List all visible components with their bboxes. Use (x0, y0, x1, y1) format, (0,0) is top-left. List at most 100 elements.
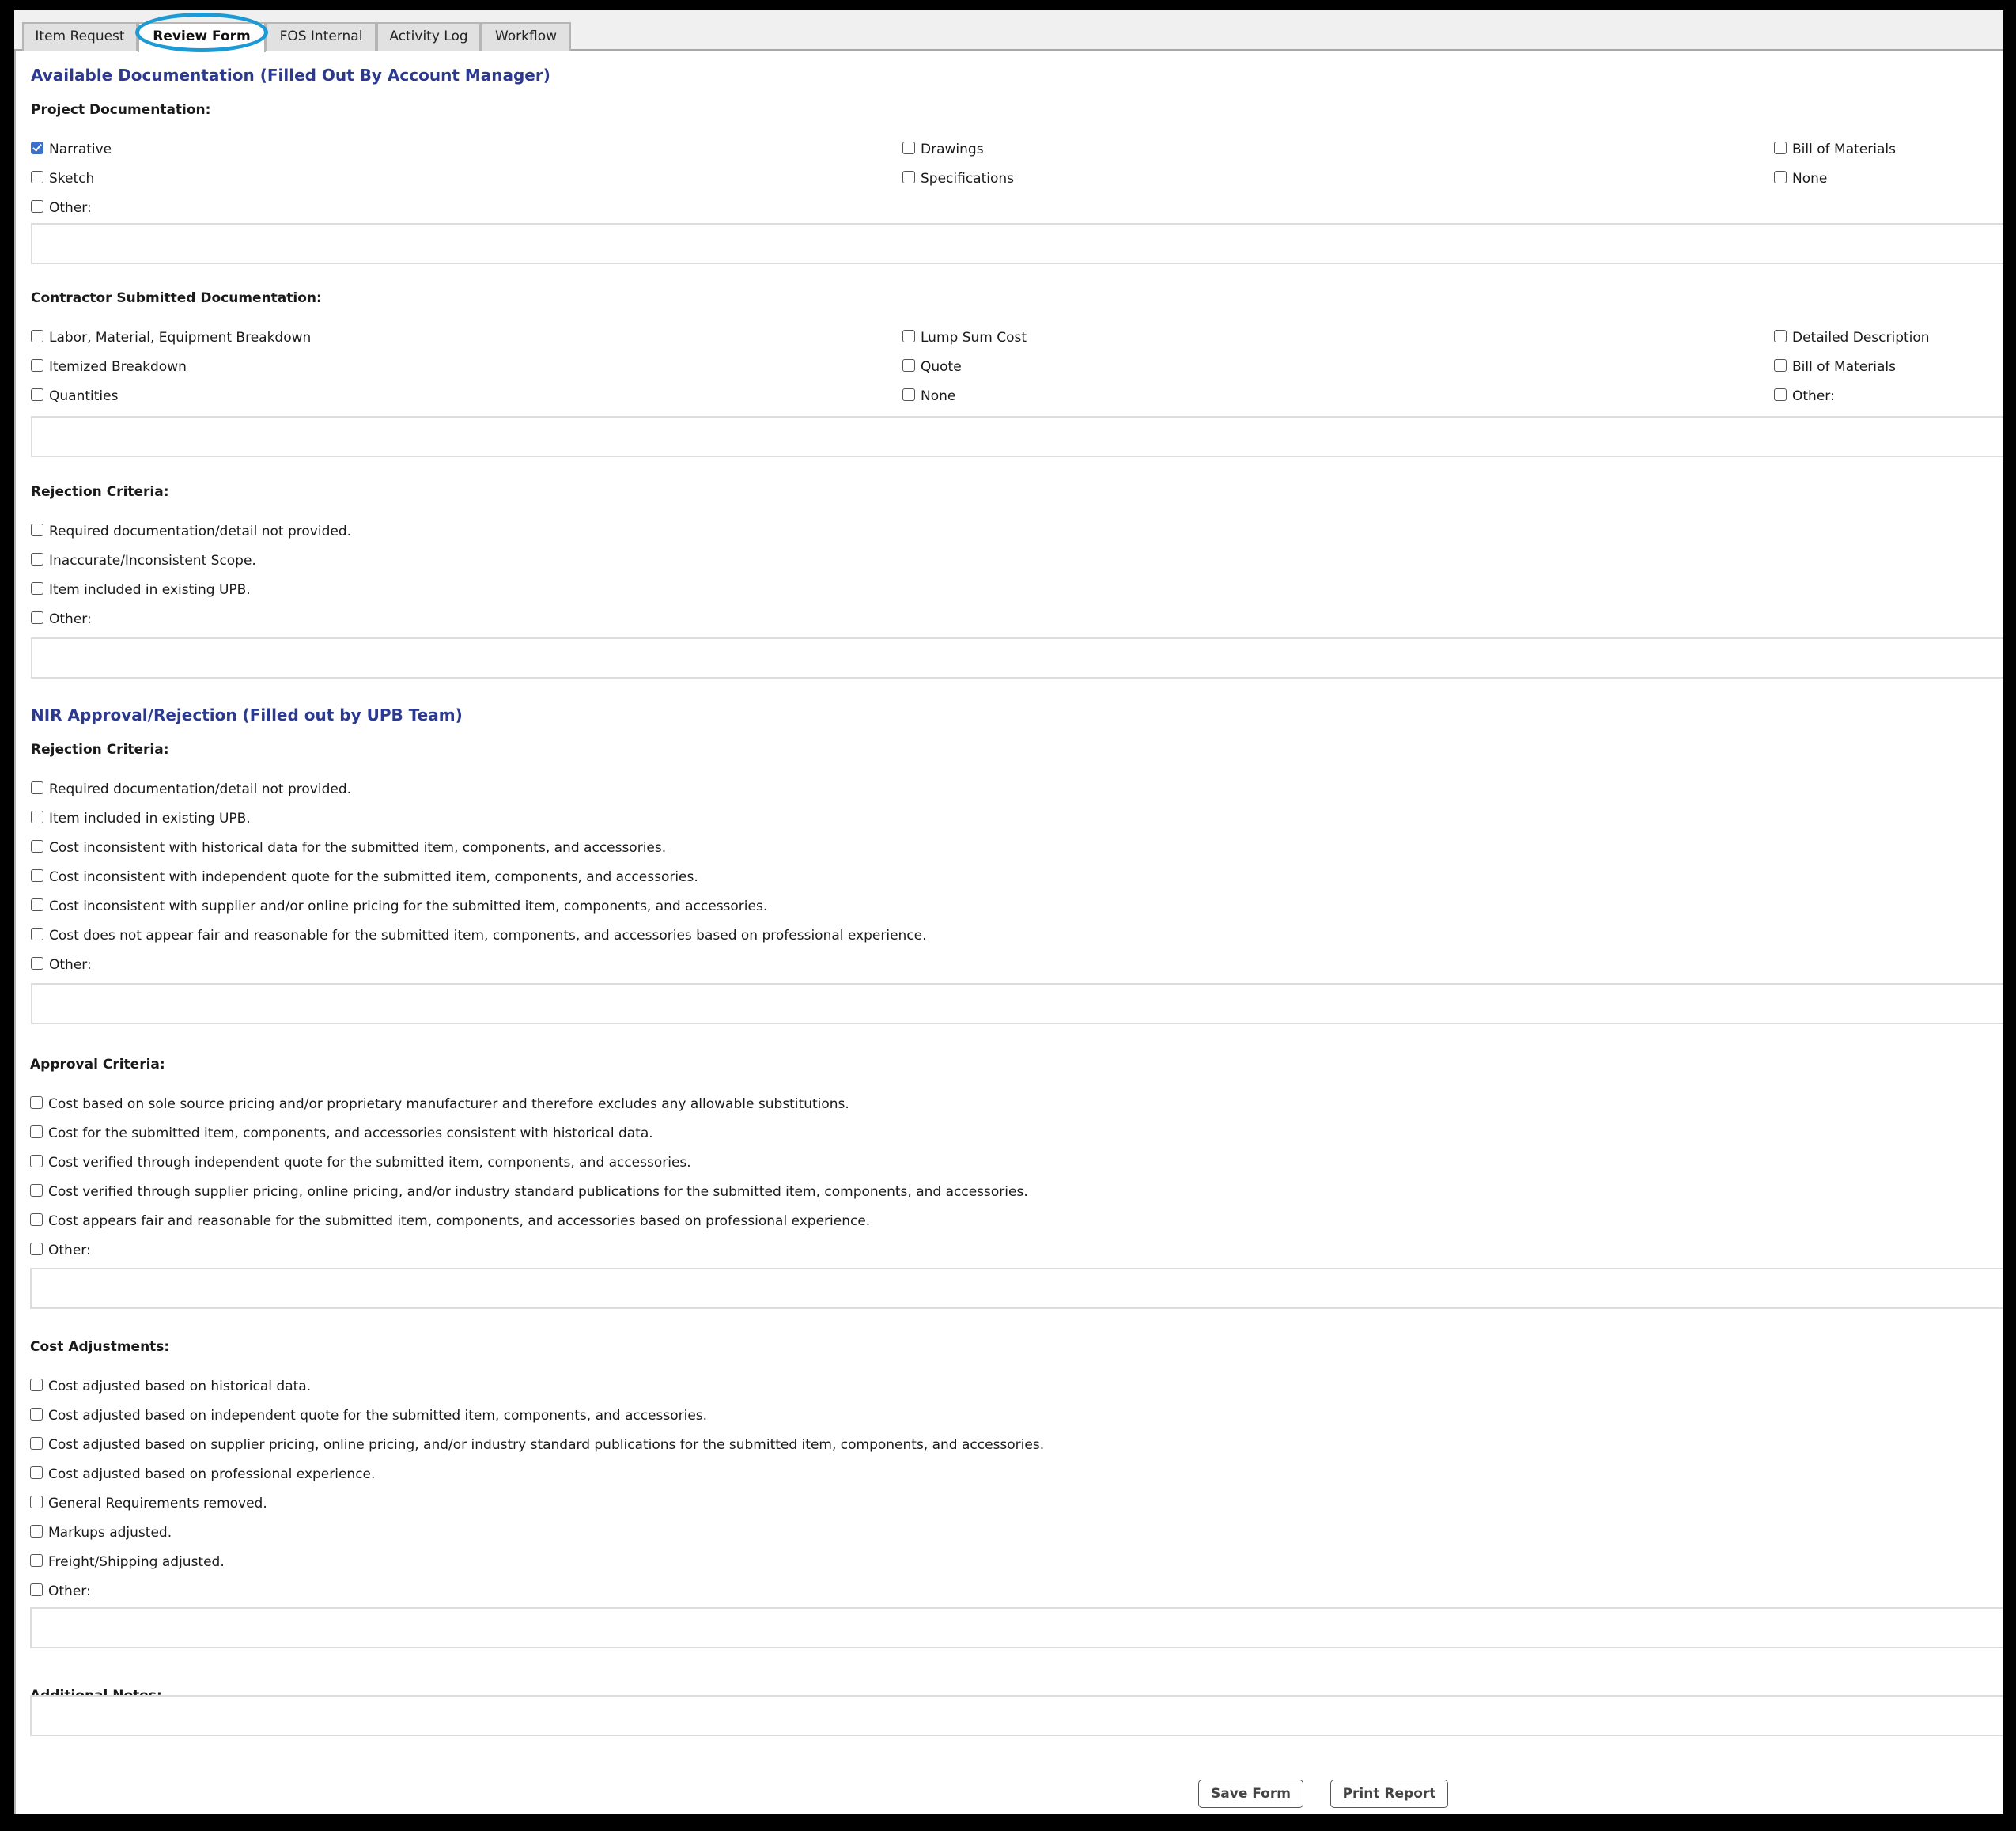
checkbox-contractor-other[interactable]: Other: (1774, 388, 1835, 404)
checkbox-label: Cost based on sole source pricing and/or… (48, 1096, 849, 1112)
checkbox-rejection-other[interactable]: Other: (31, 611, 92, 627)
checkbox-approval-supplier-pricing[interactable]: Cost verified through supplier pricing, … (30, 1184, 1028, 1200)
checkbox-icon[interactable] (30, 1496, 43, 1508)
checkbox-contractor-none[interactable]: None (902, 388, 955, 404)
checkbox-icon[interactable] (30, 1096, 43, 1109)
checkbox-label: Inaccurate/Inconsistent Scope. (49, 553, 256, 569)
checkbox-sketch[interactable]: Sketch (31, 171, 94, 187)
checkbox-cost-adjustments-other[interactable]: Other: (30, 1583, 91, 1599)
checkbox-adjusted-independent-quote[interactable]: Cost adjusted based on independent quote… (30, 1408, 707, 1424)
nir-rejection-other-textarea[interactable] (31, 983, 2003, 1024)
checkbox-other[interactable]: Other: (31, 200, 92, 216)
checkbox-approval-historical[interactable]: Cost for the submitted item, components,… (30, 1125, 653, 1141)
checkbox-none[interactable]: None (1774, 171, 1827, 187)
checkbox-icon[interactable] (31, 524, 43, 536)
checkbox-markups-adjusted[interactable]: Markups adjusted. (30, 1525, 172, 1541)
checkbox-icon[interactable] (31, 582, 43, 595)
checkbox-approval-other[interactable]: Other: (30, 1243, 91, 1258)
checkbox-icon[interactable] (31, 781, 43, 794)
checkbox-icon[interactable] (902, 359, 915, 372)
checkbox-drawings[interactable]: Drawings (902, 142, 984, 157)
print-report-button[interactable]: Print Report (1330, 1780, 1448, 1808)
checkbox-inaccurate-scope[interactable]: Inaccurate/Inconsistent Scope. (31, 553, 256, 569)
checkbox-icon[interactable] (1774, 330, 1787, 342)
checkbox-icon[interactable] (30, 1184, 43, 1197)
checkbox-detailed-description[interactable]: Detailed Description (1774, 330, 1930, 346)
checkbox-nir-required-documentation[interactable]: Required documentation/detail not provid… (31, 781, 351, 797)
checkbox-approval-sole-source[interactable]: Cost based on sole source pricing and/or… (30, 1096, 849, 1112)
checkbox-general-requirements-removed[interactable]: General Requirements removed. (30, 1496, 267, 1511)
contractor-documentation-other-textarea[interactable] (31, 416, 2003, 457)
checkbox-quantities[interactable]: Quantities (31, 388, 118, 404)
checkbox-specifications[interactable]: Specifications (902, 171, 1014, 187)
checkbox-approval-independent-quote[interactable]: Cost verified through independent quote … (30, 1155, 691, 1171)
checkbox-icon[interactable] (31, 171, 43, 183)
checkbox-nir-rejection-other[interactable]: Other: (31, 957, 92, 973)
checkbox-quote[interactable]: Quote (902, 359, 962, 375)
checkbox-icon[interactable] (30, 1583, 43, 1596)
checkbox-icon[interactable] (31, 388, 43, 401)
checkbox-icon[interactable] (31, 869, 43, 882)
checkbox-icon[interactable] (31, 957, 43, 970)
checkbox-icon[interactable] (31, 611, 43, 624)
checkbox-icon[interactable] (30, 1554, 43, 1567)
checkbox-icon[interactable] (31, 928, 43, 940)
checkbox-icon[interactable] (30, 1525, 43, 1538)
checkbox-nir-item-in-existing-upb[interactable]: Item included in existing UPB. (31, 811, 251, 827)
checkbox-nir-cost-inconsistent-quote[interactable]: Cost inconsistent with independent quote… (31, 869, 698, 885)
checkbox-nir-cost-not-fair[interactable]: Cost does not appear fair and reasonable… (31, 928, 927, 944)
tab-workflow[interactable]: Workflow (481, 22, 571, 51)
rejection-criteria-other-textarea[interactable] (31, 637, 2003, 679)
checkbox-icon[interactable] (1774, 142, 1787, 154)
checkbox-contractor-bill-of-materials[interactable]: Bill of Materials (1774, 359, 1896, 375)
approval-other-textarea[interactable] (30, 1268, 2003, 1309)
checkbox-icon[interactable] (31, 330, 43, 342)
checkbox-adjusted-historical[interactable]: Cost adjusted based on historical data. (30, 1379, 311, 1394)
checkbox-icon[interactable] (30, 1437, 43, 1450)
checkbox-labor-material-equipment-breakdown[interactable]: Labor, Material, Equipment Breakdown (31, 330, 311, 346)
checkbox-icon[interactable] (1774, 359, 1787, 372)
checkbox-freight-shipping-adjusted[interactable]: Freight/Shipping adjusted. (30, 1554, 225, 1570)
tab-activity-log[interactable]: Activity Log (376, 22, 481, 51)
checkbox-icon[interactable] (30, 1213, 43, 1226)
checkbox-icon[interactable] (902, 171, 915, 183)
checkbox-icon[interactable] (31, 553, 43, 566)
checkbox-icon[interactable] (902, 330, 915, 342)
checkbox-label: Cost adjusted based on supplier pricing,… (48, 1437, 1045, 1453)
checkbox-icon[interactable] (1774, 388, 1787, 401)
cost-adjustments-other-textarea[interactable] (30, 1607, 2003, 1648)
checkbox-itemized-breakdown[interactable]: Itemized Breakdown (31, 359, 187, 375)
save-form-button[interactable]: Save Form (1198, 1780, 1303, 1808)
checkbox-icon[interactable] (31, 200, 43, 213)
checkbox-icon[interactable] (31, 840, 43, 853)
checkbox-adjusted-professional-experience[interactable]: Cost adjusted based on professional expe… (30, 1466, 375, 1482)
project-documentation-other-textarea[interactable] (31, 223, 2003, 264)
checkbox-icon[interactable] (902, 142, 915, 154)
checkbox-nir-cost-inconsistent-historical[interactable]: Cost inconsistent with historical data f… (31, 840, 666, 856)
tab-fos-internal[interactable]: FOS Internal (266, 22, 376, 51)
checkbox-checked-icon[interactable] (31, 142, 43, 154)
section-title-available-documentation: Available Documentation (Filled Out By A… (31, 66, 550, 85)
tab-review-form[interactable]: Review Form (138, 22, 266, 52)
checkbox-nir-cost-inconsistent-supplier[interactable]: Cost inconsistent with supplier and/or o… (31, 898, 767, 914)
checkbox-icon[interactable] (30, 1155, 43, 1167)
checkbox-narrative[interactable]: Narrative (31, 142, 112, 157)
checkbox-icon[interactable] (30, 1466, 43, 1479)
checkbox-item-in-existing-upb[interactable]: Item included in existing UPB. (31, 582, 251, 598)
checkbox-icon[interactable] (30, 1243, 43, 1255)
tab-item-request[interactable]: Item Request (22, 22, 138, 51)
checkbox-icon[interactable] (31, 811, 43, 823)
checkbox-icon[interactable] (31, 359, 43, 372)
checkbox-approval-fair-reasonable[interactable]: Cost appears fair and reasonable for the… (30, 1213, 870, 1229)
checkbox-icon[interactable] (30, 1408, 43, 1421)
checkbox-bill-of-materials[interactable]: Bill of Materials (1774, 142, 1896, 157)
checkbox-icon[interactable] (902, 388, 915, 401)
checkbox-adjusted-supplier-pricing[interactable]: Cost adjusted based on supplier pricing,… (30, 1437, 1044, 1453)
checkbox-icon[interactable] (30, 1125, 43, 1138)
checkbox-lump-sum-cost[interactable]: Lump Sum Cost (902, 330, 1027, 346)
checkbox-icon[interactable] (30, 1379, 43, 1391)
checkbox-required-documentation-not-provided[interactable]: Required documentation/detail not provid… (31, 524, 351, 539)
checkbox-icon[interactable] (1774, 171, 1787, 183)
checkbox-icon[interactable] (31, 898, 43, 911)
additional-notes-textarea[interactable] (30, 1695, 2003, 1736)
